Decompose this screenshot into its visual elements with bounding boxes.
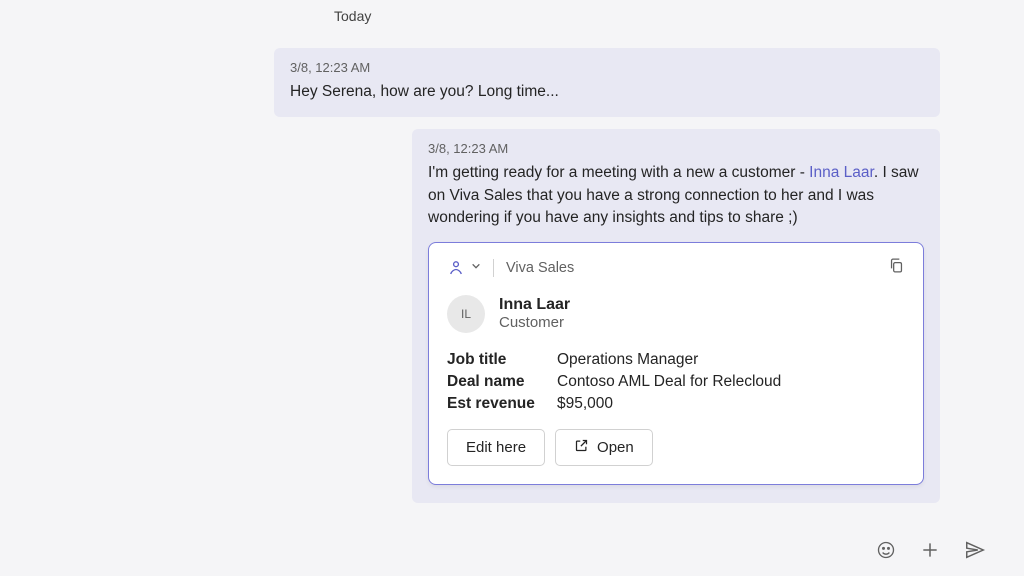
chat-area: Today 3/8, 12:23 AM Hey Serena, how are … — [0, 0, 1024, 503]
detail-value: Operations Manager — [557, 351, 698, 369]
divider — [493, 259, 494, 277]
contact-name: Inna Laar — [499, 296, 570, 314]
detail-value: Contoso AML Deal for Relecloud — [557, 373, 781, 391]
detail-row: Est revenue $95,000 — [447, 395, 905, 413]
detail-row: Job title Operations Manager — [447, 351, 905, 369]
message-text: Hey Serena, how are you? Long time... — [290, 81, 924, 103]
detail-value: $95,000 — [557, 395, 613, 413]
send-icon[interactable] — [964, 539, 986, 566]
button-label: Open — [597, 439, 634, 456]
card-body: IL Inna Laar Customer Job title Operatio… — [429, 289, 923, 484]
card-header: Viva Sales — [429, 243, 923, 289]
contact-row: IL Inna Laar Customer — [447, 295, 905, 333]
message-text-part: I'm getting ready for a meeting with a n… — [428, 164, 809, 181]
card-actions: Edit here Open — [447, 429, 905, 466]
compose-bar — [858, 529, 1004, 576]
open-button[interactable]: Open — [555, 429, 653, 466]
message-timestamp: 3/8, 12:23 AM — [290, 60, 924, 75]
detail-label: Est revenue — [447, 395, 557, 413]
viva-sales-card: Viva Sales IL Inna Laar Customer — [428, 242, 924, 485]
mention-link[interactable]: Inna Laar — [809, 164, 874, 181]
detail-label: Deal name — [447, 373, 557, 391]
detail-label: Job title — [447, 351, 557, 369]
card-app-name: Viva Sales — [506, 260, 888, 276]
chat-message[interactable]: 3/8, 12:23 AM I'm getting ready for a me… — [412, 129, 940, 502]
copy-icon[interactable] — [888, 257, 905, 279]
chevron-down-icon[interactable] — [471, 261, 481, 274]
date-divider: Today — [334, 0, 1000, 48]
detail-row: Deal name Contoso AML Deal for Relecloud — [447, 373, 905, 391]
avatar[interactable]: IL — [447, 295, 485, 333]
chat-message[interactable]: 3/8, 12:23 AM Hey Serena, how are you? L… — [274, 48, 940, 117]
open-external-icon — [574, 438, 589, 457]
message-text: I'm getting ready for a meeting with a n… — [428, 162, 924, 229]
message-timestamp: 3/8, 12:23 AM — [428, 141, 924, 156]
add-icon[interactable] — [920, 540, 940, 565]
edit-here-button[interactable]: Edit here — [447, 429, 545, 466]
contact-role: Customer — [499, 314, 570, 331]
viva-sales-icon[interactable] — [447, 259, 465, 277]
button-label: Edit here — [466, 439, 526, 456]
emoji-icon[interactable] — [876, 540, 896, 565]
